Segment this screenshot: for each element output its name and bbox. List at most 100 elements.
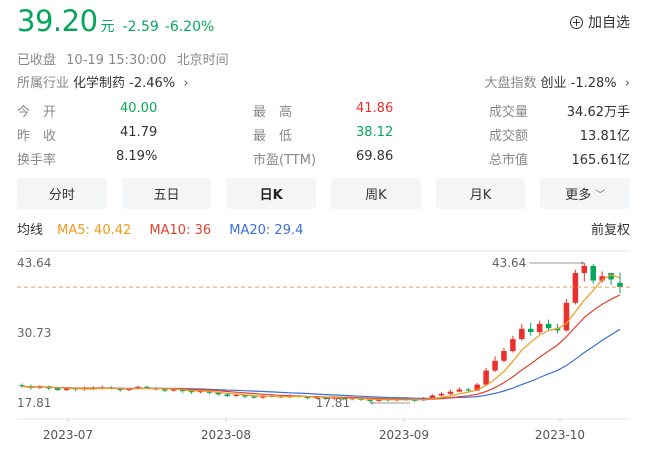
candle-body <box>572 272 579 303</box>
industry-change: -2.46% <box>129 76 176 91</box>
stat-value-low: 38.12 <box>356 125 394 140</box>
industry-link[interactable]: 所属行业 化学制药 -2.46% › <box>17 72 189 91</box>
candle-body <box>581 265 588 273</box>
kline-chart-svg: 43.64 30.73 17.81 2023-07 2023-08 2023-09 2023… <box>17 250 630 442</box>
candle-body <box>456 389 463 392</box>
stat-label-prev-close: 昨 收 <box>17 129 57 144</box>
ma10-value: MA10: 36 <box>149 223 212 238</box>
moving-average-legend: 均线 MA5: 40.42 MA10: 36 MA20: 29.4 前复权 <box>17 219 630 238</box>
industry-row: 所属行业 化学制药 -2.46% › 大盘指数 创业 -1.28% › <box>17 72 630 91</box>
tab-label: 周K <box>365 188 387 203</box>
chevron-down-icon: ﹀ <box>595 190 606 201</box>
stat-label-turnover: 成交额 <box>489 129 529 144</box>
candle-body <box>617 282 623 288</box>
tab-monthly-k[interactable]: 月K <box>435 178 526 209</box>
current-price: 39.20 <box>17 4 98 38</box>
index-link[interactable]: 大盘指数 创业 -1.28% › <box>484 72 630 91</box>
candle-body <box>224 394 231 397</box>
price-unit: 元 <box>100 19 115 35</box>
x-tick-label: 2023-09 <box>379 428 429 442</box>
price-change-percent: -6.20% <box>164 19 215 35</box>
chevron-right-icon: › <box>624 76 630 91</box>
stat-label-market-cap: 总市值 <box>489 153 529 168</box>
low-marker-label: 17.81 <box>316 396 350 410</box>
chevron-right-icon: › <box>183 76 189 91</box>
stat-label-turnover-rate: 换手率 <box>17 153 57 168</box>
tab-label: 分时 <box>48 188 75 203</box>
candle-body <box>545 323 552 329</box>
stat-label-high: 最 高 <box>253 105 293 120</box>
candle-body <box>251 396 257 398</box>
price-row: 39.20 元 -2.59 -6.20% <box>17 4 214 42</box>
stats-row-1: 今 开 40.00 最 高 41.86 成交量 34.62万手 <box>17 101 630 125</box>
index-change: -1.28% <box>570 76 617 91</box>
tab-five-day[interactable]: 五日 <box>121 178 212 209</box>
stat-value-market-cap: 165.61亿 <box>571 153 631 168</box>
stat-value-turnover: 13.81亿 <box>579 129 630 144</box>
quote-stats: 今 开 40.00 最 高 41.86 成交量 34.62万手 昨 收 41.7… <box>17 101 630 173</box>
candle-body <box>536 323 543 333</box>
stat-label-open: 今 开 <box>17 105 57 120</box>
candle-body <box>510 339 516 352</box>
plus-circle-icon <box>570 15 583 29</box>
x-tick-label: 2023-08 <box>201 428 251 442</box>
candle-body <box>233 394 239 397</box>
stats-row-3: 换手率 8.19% 市盈(TTM) 69.86 总市值 165.61亿 <box>17 149 630 173</box>
add-watchlist-button[interactable]: 加自选 <box>570 12 630 32</box>
index-name: 创业 <box>540 76 567 91</box>
tab-weekly-k[interactable]: 周K <box>331 178 421 209</box>
tab-daily-k[interactable]: 日K <box>226 178 317 209</box>
stat-value-turnover-rate: 8.19% <box>116 149 158 164</box>
ma20-value: MA20: 29.4 <box>229 223 304 238</box>
tab-label: 更多 <box>565 188 592 203</box>
y-tick-label: 17.81 <box>17 396 51 410</box>
index-label: 大盘指数 <box>484 76 537 91</box>
tab-intraday[interactable]: 分时 <box>17 178 107 209</box>
status-datetime: 10-19 15:30:00 <box>66 53 167 68</box>
high-marker-dot <box>580 261 584 265</box>
candle-body <box>188 391 195 393</box>
candle-body <box>519 328 525 340</box>
stat-value-prev-close: 41.79 <box>120 125 158 140</box>
status-text: 已收盘 <box>17 53 57 68</box>
stats-row-2: 昨 收 41.79 最 低 38.12 成交额 13.81亿 <box>17 125 630 149</box>
tab-label: 五日 <box>153 188 180 203</box>
industry-name: 化学制药 <box>73 76 126 91</box>
industry-label: 所属行业 <box>17 76 70 91</box>
x-tick-label: 2023-10 <box>535 428 585 442</box>
tab-more[interactable]: 更多 ﹀ <box>540 178 631 209</box>
price-change: -2.59 <box>122 19 159 35</box>
candle-body <box>590 265 596 281</box>
stat-value-high: 41.86 <box>356 101 394 116</box>
chart-period-tabs: 分时 五日 日K 周K 月K 更多 ﹀ <box>17 178 631 209</box>
market-status: 已收盘 10-19 15:30:00 北京时间 <box>17 49 235 68</box>
stat-value-volume: 34.62万手 <box>566 105 630 120</box>
candle-body <box>527 328 534 333</box>
stat-label-volume: 成交量 <box>489 105 529 120</box>
candle-body <box>367 399 373 401</box>
price-adjust-button[interactable]: 前复权 <box>591 219 630 238</box>
stat-value-open: 40.00 <box>120 101 158 116</box>
ma5-value: MA5: 40.42 <box>57 223 132 238</box>
high-marker-label: 43.64 <box>492 256 526 270</box>
candle-body <box>438 393 445 396</box>
candle-body <box>447 391 454 394</box>
stat-label-low: 最 低 <box>253 129 293 144</box>
candle-body <box>492 360 498 371</box>
candle-body <box>483 370 489 385</box>
y-tick-label: 30.73 <box>17 326 51 340</box>
x-tick-label: 2023-07 <box>43 428 93 442</box>
kline-chart[interactable]: 43.64 30.73 17.81 2023-07 2023-08 2023-09 2023… <box>0 243 650 451</box>
ma10-line <box>21 294 621 401</box>
candle-body <box>162 389 168 391</box>
stat-label-pe: 市盈(TTM) <box>253 153 317 168</box>
low-marker-dot <box>370 401 374 405</box>
stat-value-pe: 69.86 <box>356 149 394 164</box>
tab-label: 日K <box>259 188 283 203</box>
candle-body <box>54 388 61 391</box>
candle-body <box>563 302 570 331</box>
y-tick-label: 43.64 <box>17 256 51 270</box>
ma-label: 均线 <box>17 223 44 238</box>
add-watchlist-label: 加自选 <box>588 15 630 31</box>
tab-label: 月K <box>469 188 492 203</box>
